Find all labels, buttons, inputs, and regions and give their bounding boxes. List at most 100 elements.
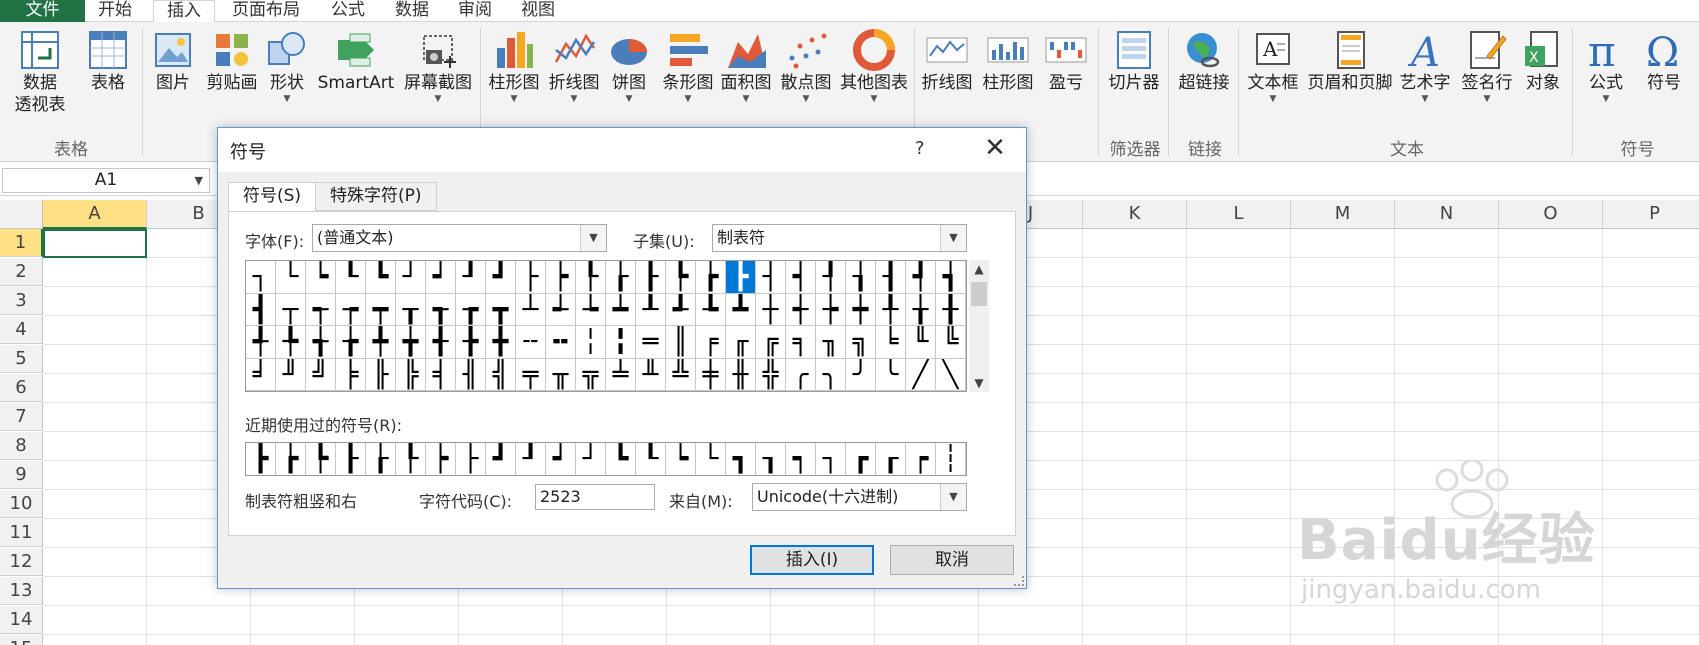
recent-symbol-cell[interactable]: ┚ xyxy=(516,443,546,475)
other-charts-button[interactable]: 其他图表 ▼ xyxy=(836,28,912,104)
tab-special-characters[interactable]: 特殊字符(P) xyxy=(315,182,437,211)
symbol-cell[interactable]: ╣ xyxy=(486,358,516,391)
symbol-cell[interactable]: ╲ xyxy=(936,358,966,391)
symbol-cell[interactable]: ╂ xyxy=(936,293,966,326)
symbol-cell[interactable]: ╅ xyxy=(306,326,336,359)
recent-symbol-cell[interactable]: ┍ xyxy=(906,443,936,475)
help-button[interactable]: ? xyxy=(915,138,925,159)
symbol-cell[interactable]: ┴ xyxy=(516,293,546,326)
subset-select[interactable]: 制表符 ▼ xyxy=(712,224,967,252)
symbol-cell[interactable]: ╰ xyxy=(876,358,906,391)
sparkline-column-button[interactable]: 柱形图 xyxy=(978,28,1038,94)
symbol-cell[interactable]: ┺ xyxy=(696,293,726,326)
symbol-cell[interactable]: ╘ xyxy=(876,326,906,359)
symbol-cell[interactable]: ╕ xyxy=(786,326,816,359)
row-header[interactable]: 14 xyxy=(0,606,43,634)
symbol-cell[interactable]: ╎ xyxy=(576,326,606,359)
chevron-down-icon[interactable]: ▼ xyxy=(940,484,966,510)
symbol-cell[interactable]: ├ xyxy=(516,261,546,294)
recent-symbol-cell[interactable]: ┞ xyxy=(396,443,426,475)
recent-symbol-cell[interactable]: ┙ xyxy=(546,443,576,475)
resize-grip[interactable] xyxy=(1014,576,1024,586)
symbol-cell[interactable]: ┮ xyxy=(336,293,366,326)
clipart-button[interactable]: 剪贴画 xyxy=(200,28,264,94)
symbol-cell[interactable]: ╍ xyxy=(546,326,576,359)
tab-file[interactable]: 文件 xyxy=(0,0,85,22)
recent-symbol-cell[interactable]: ┒ xyxy=(756,443,786,475)
symbol-cell[interactable]: ┨ xyxy=(876,261,906,294)
symbol-cell[interactable]: ┪ xyxy=(936,261,966,294)
symbol-cell[interactable]: ╠ xyxy=(396,358,426,391)
symbol-cell[interactable]: ╩ xyxy=(666,358,696,391)
recent-symbol-cell[interactable]: ┗ xyxy=(606,443,636,475)
symbol-cell[interactable]: ┘ xyxy=(396,261,426,294)
row-header[interactable]: 2 xyxy=(0,258,43,286)
symbol-cell[interactable]: ╫ xyxy=(726,358,756,391)
equation-button[interactable]: π 公式 ▼ xyxy=(1578,28,1634,104)
symbol-cell[interactable]: ┷ xyxy=(606,293,636,326)
row-header[interactable]: 6 xyxy=(0,374,43,402)
chevron-down-icon[interactable]: ▼ xyxy=(940,225,966,251)
chevron-down-icon[interactable]: ▼ xyxy=(580,225,606,251)
symbol-cell[interactable]: ╄ xyxy=(276,326,306,359)
column-header[interactable]: O xyxy=(1499,200,1603,229)
symbol-cell[interactable]: ┙ xyxy=(426,261,456,294)
tab-data[interactable]: 数据 xyxy=(382,0,442,22)
symbol-cell[interactable]: ┐ xyxy=(246,261,276,294)
symbol-cell[interactable]: ╌ xyxy=(516,326,546,359)
tab-home[interactable]: 开始 xyxy=(85,0,145,22)
symbol-cell[interactable]: ╗ xyxy=(846,326,876,359)
active-cell[interactable] xyxy=(43,229,147,258)
recent-symbol-cell[interactable]: ┏ xyxy=(846,443,876,475)
recent-symbol-cell[interactable]: ┟ xyxy=(366,443,396,475)
symbol-cell[interactable]: ┱ xyxy=(426,293,456,326)
recent-symbol-cell[interactable]: ┎ xyxy=(876,443,906,475)
line-chart-button[interactable]: 折线图 ▼ xyxy=(544,28,604,104)
column-header[interactable]: A xyxy=(43,200,147,229)
chevron-down-icon[interactable]: ▼ xyxy=(969,374,989,392)
smartart-button[interactable]: SmartArt xyxy=(314,28,398,94)
symbol-cell[interactable]: ┥ xyxy=(786,261,816,294)
scrollbar-thumb[interactable] xyxy=(971,282,987,306)
symbol-cell[interactable]: ┫ xyxy=(246,293,276,326)
symbol-cell[interactable]: ┚ xyxy=(456,261,486,294)
row-header[interactable]: 12 xyxy=(0,548,43,576)
symbol-cell[interactable]: ┰ xyxy=(396,293,426,326)
symbol-cell[interactable]: ╓ xyxy=(726,326,756,359)
symbol-cell[interactable]: ╇ xyxy=(366,326,396,359)
tab-formulas[interactable]: 公式 xyxy=(318,0,378,22)
symbol-cell[interactable]: ┤ xyxy=(756,261,786,294)
font-select[interactable]: (普通文本) ▼ xyxy=(312,224,607,252)
symbol-cell[interactable]: ╨ xyxy=(636,358,666,391)
symbol-cell[interactable]: ╁ xyxy=(906,293,936,326)
sparkline-winloss-button[interactable]: 盈亏 xyxy=(1040,28,1092,94)
symbol-cell[interactable]: ╖ xyxy=(816,326,846,359)
recent-symbol-cell[interactable]: ┢ xyxy=(276,443,306,475)
symbol-cell-selected[interactable]: ┣ xyxy=(726,261,756,294)
symbol-cell[interactable]: ┧ xyxy=(846,261,876,294)
symbol-cell[interactable]: ┳ xyxy=(486,293,516,326)
symbol-cell[interactable]: ╭ xyxy=(786,358,816,391)
recent-symbol-cell[interactable]: ┛ xyxy=(486,443,516,475)
symbol-cell[interactable]: ┠ xyxy=(636,261,666,294)
chevron-down-icon[interactable]: ▼ xyxy=(195,169,203,192)
symbol-cell[interactable]: ┶ xyxy=(576,293,606,326)
symbol-cell[interactable]: ┡ xyxy=(666,261,696,294)
slicer-button[interactable]: 切片器 xyxy=(1102,28,1166,94)
symbol-grid[interactable]: ┐ └ ┕ ┖ ┗ ┘ ┙ ┚ ┛ ├ ┝ ┞ ┟ ┠ ┡ ┢ ┣ ┤ ┥ ┦ ┧ ┨ ┩ ┪ ┫ ┬ ┭ ┮ ┯ ┰ ┱ ┲ ┳ ┴ ┵ ┶ ┷ ┸ ┹ ┺… xyxy=(245,260,967,392)
recent-symbol-cell[interactable]: ┝ xyxy=(426,443,456,475)
symbol-grid-scrollbar[interactable]: ▲ ▼ xyxy=(969,260,989,392)
symbol-cell[interactable]: ╃ xyxy=(246,326,276,359)
character-code-input[interactable]: 2523 xyxy=(535,484,655,510)
symbol-cell[interactable]: ┛ xyxy=(486,261,516,294)
select-all-corner[interactable] xyxy=(0,200,43,229)
symbol-cell[interactable]: ╋ xyxy=(486,326,516,359)
recent-symbol-cell[interactable]: ┕ xyxy=(666,443,696,475)
symbol-cell[interactable]: ╚ xyxy=(936,326,966,359)
symbol-cell[interactable]: ┢ xyxy=(696,261,726,294)
symbol-cell[interactable]: ┟ xyxy=(606,261,636,294)
row-header[interactable]: 8 xyxy=(0,432,43,460)
symbol-cell[interactable]: ┖ xyxy=(336,261,366,294)
symbol-cell[interactable]: ╏ xyxy=(606,326,636,359)
symbol-cell[interactable]: ┕ xyxy=(306,261,336,294)
